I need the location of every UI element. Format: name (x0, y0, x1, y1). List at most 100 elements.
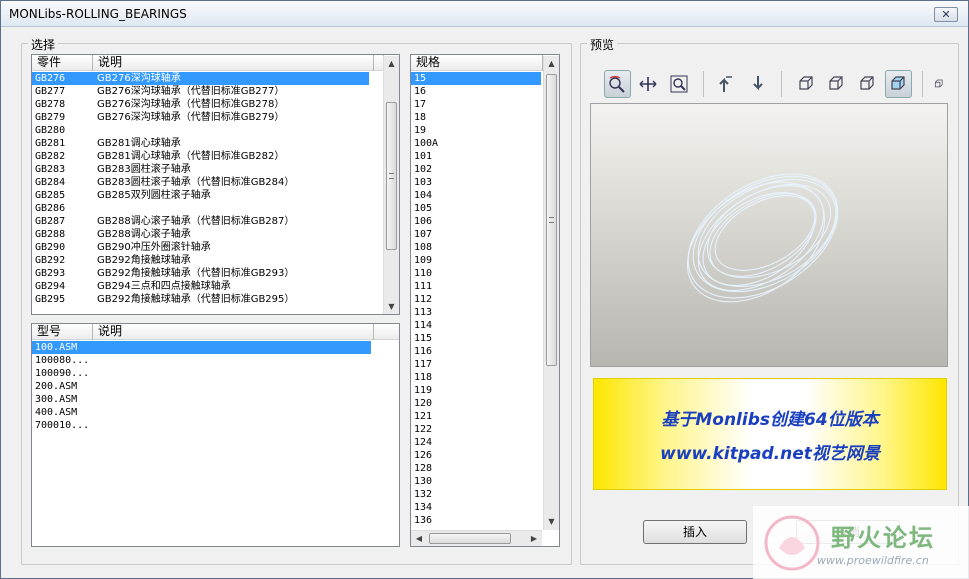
view-iso-icon[interactable] (823, 70, 850, 98)
column-header-spec[interactable]: 规格 (411, 55, 543, 71)
part-code-cell: GB280 (35, 125, 66, 136)
list-item[interactable]: 18 (411, 111, 542, 124)
list-item[interactable]: 117 (411, 358, 542, 371)
shaded-cube-icon[interactable] (884, 70, 912, 98)
part-desc-cell: GB276深沟球轴承（代替旧标准GB279） (97, 112, 285, 123)
table-row[interactable]: 700010... (32, 419, 373, 432)
list-item[interactable]: 130 (411, 475, 542, 488)
list-item[interactable]: 134 (411, 501, 542, 514)
part-desc-cell: GB294三点和四点接触球轴承 (97, 281, 231, 292)
list-item[interactable]: 115 (411, 332, 542, 345)
list-item[interactable]: 19 (411, 124, 542, 137)
table-row[interactable]: GB292 GB292角接触球轴承 (32, 254, 383, 267)
model-preview-viewport[interactable] (590, 103, 948, 367)
parts-list[interactable]: 零件 说明 GB276 GB276深沟球轴承 GB277 GB276深沟球轴承（代替旧… (31, 54, 400, 315)
table-row[interactable]: GB295 GB292角接触球轴承（代替旧标准GB295） (32, 293, 383, 306)
list-item[interactable]: 105 (411, 202, 542, 215)
table-row[interactable]: GB276 GB276深沟球轴承 (32, 72, 383, 85)
list-item[interactable]: 120 (411, 397, 542, 410)
model-code-cell: 100.ASM (32, 341, 94, 354)
model-list[interactable]: 型号 说明 100.ASM 100080... 100090... 200.ASM 30… (31, 323, 400, 547)
spec-list-vscrollbar[interactable]: ▲ ▼ (543, 56, 559, 530)
list-item[interactable]: 113 (411, 306, 542, 319)
table-row[interactable]: GB288 GB288调心滚子轴承 (32, 228, 383, 241)
list-item[interactable]: 111 (411, 280, 542, 293)
list-item[interactable]: 112 (411, 293, 542, 306)
spec-list[interactable]: 规格 15 16 17 18 19 100A 101 102 103 104 105 106 107 10… (410, 54, 560, 547)
list-item[interactable]: 17 (411, 98, 542, 111)
zoom-window-icon[interactable] (666, 70, 693, 98)
table-row[interactable]: GB282 GB281调心球轴承（代替旧标准GB282） (32, 150, 383, 163)
view-side-icon[interactable] (854, 70, 881, 98)
scroll-right-arrow[interactable]: ▶ (526, 531, 542, 546)
spec-list-hscrollbar[interactable]: ◀ ▶ (411, 530, 542, 546)
table-row[interactable]: 400.ASM (32, 406, 373, 419)
table-row[interactable]: GB293 GB292角接触球轴承（代替旧标准GB293） (32, 267, 383, 280)
rotate-left-icon[interactable] (713, 70, 740, 98)
scroll-up-arrow[interactable]: ▲ (544, 56, 559, 72)
table-row[interactable]: GB286 (32, 202, 383, 215)
table-row[interactable]: GB281 GB281调心球轴承 (32, 137, 383, 150)
spin-icon[interactable] (604, 70, 631, 98)
table-row[interactable]: 100080... (32, 354, 373, 367)
list-item[interactable]: 102 (411, 163, 542, 176)
list-item[interactable]: 106 (411, 215, 542, 228)
list-item[interactable]: 104 (411, 189, 542, 202)
list-item[interactable]: 16 (411, 85, 542, 98)
list-item[interactable]: 110 (411, 267, 542, 280)
list-item[interactable]: 128 (411, 462, 542, 475)
column-header-part[interactable]: 零件 (32, 55, 93, 71)
table-row[interactable]: GB285 GB285双列圆柱滚子轴承 (32, 189, 383, 202)
table-row[interactable]: GB284 GB283圆柱滚子轴承（代替旧标准GB284） (32, 176, 383, 189)
table-row[interactable]: GB283 GB283圆柱滚子轴承 (32, 163, 383, 176)
table-row[interactable]: GB290 GB290冲压外圈滚针轴承 (32, 241, 383, 254)
table-row[interactable]: GB277 GB276深沟球轴承（代替旧标准GB277） (32, 85, 383, 98)
column-header-desc[interactable]: 说明 (93, 55, 374, 71)
scroll-down-arrow[interactable]: ▼ (384, 299, 399, 314)
list-item[interactable]: 119 (411, 384, 542, 397)
table-row[interactable]: 300.ASM (32, 393, 373, 406)
rotate-right-icon[interactable] (744, 70, 771, 98)
list-item[interactable]: 116 (411, 345, 542, 358)
column-header-model-desc[interactable]: 说明 (93, 324, 374, 340)
view-extra-icon[interactable] (932, 70, 945, 98)
list-item[interactable]: 108 (411, 241, 542, 254)
table-row[interactable]: GB279 GB276深沟球轴承（代替旧标准GB279） (32, 111, 383, 124)
scroll-thumb[interactable] (546, 74, 557, 366)
table-row[interactable]: GB280 (32, 124, 383, 137)
table-row[interactable]: GB287 GB288调心滚子轴承（代替旧标准GB287） (32, 215, 383, 228)
hscroll-thumb[interactable] (429, 533, 511, 544)
list-item[interactable]: 122 (411, 423, 542, 436)
spec-value-cell: 109 (414, 255, 433, 266)
scroll-thumb[interactable] (386, 102, 397, 250)
scroll-down-arrow[interactable]: ▼ (544, 514, 559, 530)
scroll-left-arrow[interactable]: ◀ (411, 531, 427, 546)
table-row[interactable]: GB294 GB294三点和四点接触球轴承 (32, 280, 383, 293)
toolbar-separator (702, 71, 704, 97)
list-item[interactable]: 103 (411, 176, 542, 189)
list-item[interactable]: 124 (411, 436, 542, 449)
table-row[interactable]: GB278 GB276深沟球轴承（代替旧标准GB278） (32, 98, 383, 111)
list-item[interactable]: 136 (411, 514, 542, 527)
table-row[interactable]: 100090... (32, 367, 373, 380)
list-item[interactable]: 114 (411, 319, 542, 332)
column-header-model[interactable]: 型号 (32, 324, 93, 340)
close-button[interactable]: ✕ (934, 7, 958, 22)
list-item[interactable]: 100A (411, 137, 542, 150)
table-row[interactable]: 200.ASM (32, 380, 373, 393)
list-item[interactable]: 101 (411, 150, 542, 163)
list-item[interactable]: 132 (411, 488, 542, 501)
part-code-cell: GB294 (35, 281, 66, 292)
list-item[interactable]: 126 (411, 449, 542, 462)
parts-list-scrollbar[interactable]: ▲ ▼ (383, 56, 399, 314)
list-item[interactable]: 121 (411, 410, 542, 423)
list-item[interactable]: 107 (411, 228, 542, 241)
table-row[interactable]: 100.ASM (32, 341, 373, 354)
list-item[interactable]: 15 (411, 72, 542, 85)
pan-icon[interactable] (635, 70, 662, 98)
scroll-up-arrow[interactable]: ▲ (384, 56, 399, 72)
list-item[interactable]: 109 (411, 254, 542, 267)
insert-button[interactable]: 插入 (643, 520, 747, 544)
view-front-icon[interactable] (792, 70, 819, 98)
list-item[interactable]: 118 (411, 371, 542, 384)
